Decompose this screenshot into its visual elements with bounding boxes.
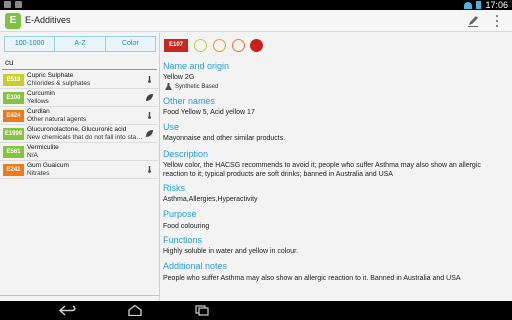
thermometer-icon: [148, 166, 151, 173]
code-badge: E241: [3, 164, 24, 176]
risk-level-dangerous-indicator: [250, 39, 263, 52]
home-icon[interactable]: [127, 305, 143, 316]
additional-notes-heading: Additional notes: [163, 261, 228, 271]
description-text: Yellow color, the HACSG recommends to av…: [163, 162, 481, 178]
item-name: Curdlan: [27, 108, 50, 115]
leaf-icon: [146, 94, 153, 101]
back-icon[interactable]: [59, 305, 77, 316]
recent-apps-icon[interactable]: [195, 305, 210, 316]
edit-icon[interactable]: [467, 14, 479, 28]
notification-icon: [15, 1, 22, 8]
item-name: Glucuronolactone, Glucuronic acid: [27, 126, 127, 133]
functions-heading: Functions: [163, 235, 203, 245]
use-text: Mayonnaise and other similar products.: [163, 135, 286, 142]
thermometer-icon: [148, 112, 151, 119]
other-names-heading: Other names: [163, 96, 216, 106]
additive-list: E519 Cupric Sulphate Chlorides & sulphat…: [0, 71, 158, 179]
wifi-icon: [464, 1, 473, 9]
flask-icon: [165, 83, 172, 90]
search-input[interactable]: [2, 55, 157, 70]
list-item[interactable]: E1999 Glucuronolactone, Glucuronic acid …: [0, 125, 158, 143]
purpose-text: Food colouring: [163, 223, 210, 230]
item-category: Yellows: [27, 98, 49, 105]
filter-range-button[interactable]: 100-1000: [5, 37, 56, 51]
code-badge: E424: [3, 110, 24, 122]
additional-notes-text: People who suffer Asthma may also show a…: [163, 275, 461, 282]
list-item[interactable]: E561 Vermiculite N/A: [0, 143, 158, 161]
overflow-menu-icon[interactable]: [494, 15, 500, 27]
code-badge: E1999: [3, 128, 24, 140]
item-category: Chlorides & sulphates: [27, 80, 91, 87]
risk-level-low-indicator: [194, 39, 207, 52]
list-item[interactable]: E100 Curcumin Yellows: [0, 89, 158, 107]
thermometer-icon: [148, 76, 151, 83]
list-item[interactable]: E241 Gum Guaicum Nitrates: [0, 161, 158, 179]
item-name: Gum Guaicum: [27, 162, 69, 169]
navigation-bar: [0, 301, 512, 320]
item-name: Curcumin: [27, 90, 55, 97]
sort-filter-bar: 100-1000 A-Z Color: [4, 36, 156, 52]
leaf-icon: [146, 130, 153, 137]
origin-label: Synthetic Based: [165, 83, 218, 90]
item-name: Vermiculite: [27, 144, 59, 151]
list-item[interactable]: E424 Curdlan Other natural agents: [0, 107, 158, 125]
detail-code-badge: E107: [164, 39, 188, 52]
origin-text: Synthetic Based: [175, 83, 219, 90]
additive-name: Yellow 2G: [163, 74, 195, 81]
item-category: Other natural agents: [27, 116, 87, 123]
additive-list-pane: 100-1000 A-Z Color E519 Cupric Sulphate …: [0, 33, 160, 301]
other-names-text: Food Yellow 5, Acid yellow 17: [163, 109, 255, 116]
action-bar: E E-Additives: [0, 10, 512, 32]
description-heading: Description: [163, 149, 209, 159]
risk-level-high-indicator: [232, 39, 245, 52]
item-category: Nitrates: [27, 170, 50, 177]
risks-text: Asthma,Allergies,Hyperactivity: [163, 196, 258, 203]
notification-icon: [4, 1, 11, 8]
app-title: E-Additives: [25, 15, 71, 25]
filter-alpha-button[interactable]: A-Z: [55, 37, 106, 51]
risk-level-medium-indicator: [213, 39, 226, 52]
additive-detail-pane: E107 Name and origin Yellow 2G Synthetic…: [161, 33, 512, 301]
battery-icon: [476, 1, 482, 9]
status-bar: 17:06: [0, 0, 512, 10]
clock: 17:06: [485, 0, 508, 10]
filter-color-button[interactable]: Color: [106, 37, 155, 51]
notification-icons: [4, 1, 22, 8]
item-category: N/A: [27, 152, 38, 159]
code-badge: E100: [3, 92, 24, 104]
code-badge: E561: [3, 146, 24, 158]
name-origin-heading: Name and origin: [163, 61, 230, 71]
divider: [0, 295, 159, 296]
functions-text: Highly soluble in water and yellow in co…: [163, 248, 299, 255]
item-category: New chemicals that do not fall into stan…: [27, 134, 145, 141]
risks-heading: Risks: [163, 183, 185, 193]
list-item[interactable]: E519 Cupric Sulphate Chlorides & sulphat…: [0, 71, 158, 89]
app-logo-icon[interactable]: E: [5, 13, 21, 29]
item-name: Cupric Sulphate: [27, 72, 74, 79]
use-heading: Use: [163, 122, 180, 132]
purpose-heading: Purpose: [163, 209, 197, 219]
code-badge: E519: [3, 74, 24, 86]
